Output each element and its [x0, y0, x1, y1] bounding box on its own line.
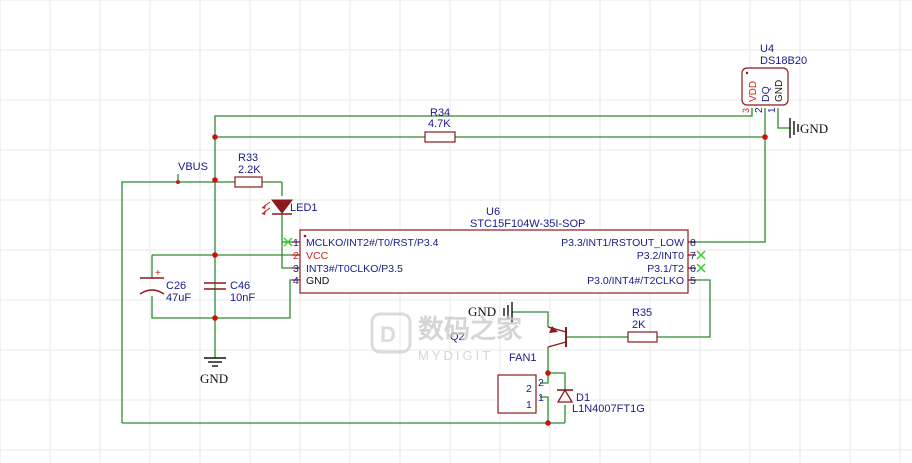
c26-ref: C26 [166, 280, 186, 292]
u6-ref: U6 [486, 206, 500, 218]
u6-pin6-name: P3.1/T2 [647, 263, 684, 275]
junction-dot [545, 420, 551, 426]
u6-pin2-num: 2 [293, 250, 299, 262]
junction-dot [762, 134, 768, 140]
wire-dq-pin8 [690, 108, 766, 243]
vbus-label: VBUS [178, 161, 208, 173]
c46-value: 10nF [230, 292, 255, 304]
u4-pin-vdd: VDD [748, 81, 759, 102]
schematic-svg: R34 4.7K R33 2.2K R35 2K VBUS LED1 + C26… [0, 0, 912, 463]
gnd-symbol-u4: GND [789, 118, 828, 138]
u6-pin7-name: P3.2/INT0 [637, 250, 684, 262]
u4-pin-dq: DQ [760, 86, 772, 102]
r33-value: 2.2K [238, 164, 261, 176]
u6-pin7-num: 7 [690, 250, 696, 262]
u6-pin1-name: MCLKO/INT2#/T0/RST/P3.4 [306, 237, 439, 249]
u6-pin1-num: 1 [293, 237, 299, 249]
u6-pin4-num: 4 [293, 275, 299, 287]
u4-pin1-num: 1 [767, 107, 778, 113]
resistor-r35[interactable]: R35 2K [627, 307, 658, 343]
u4-ds18b20[interactable]: U4 DS18B20 VDD DQ GND 3 2 1 [741, 43, 807, 113]
fan1-pin1: 1 [526, 399, 532, 411]
fan1-pin1-num: 1 [538, 392, 544, 404]
r33-ref: R33 [238, 152, 258, 164]
svg-text:D: D [380, 322, 396, 347]
fan1-pin2-inner: 2 [526, 383, 532, 395]
c26-plus: + [155, 268, 161, 279]
gnd-symbol-left: GND [200, 357, 228, 386]
u6-pin8-name: P3.3/INT1/RSTOUT_LOW [561, 237, 684, 249]
fan1-ref: FAN1 [509, 352, 537, 364]
watermark-cn: 数码之家 [418, 314, 522, 344]
capacitor-c26[interactable]: + C26 47uF [139, 268, 191, 304]
u4-pin2-num: 2 [754, 107, 765, 113]
r34-value: 4.7K [428, 118, 451, 130]
junction-dot [545, 370, 551, 376]
junction-dot [212, 177, 218, 183]
vbus-net-flag: VBUS [177, 161, 208, 182]
u4-pin3-num: 3 [741, 108, 751, 113]
led1-ref: LED1 [290, 202, 318, 214]
u6-pin2-name: VCC [306, 250, 329, 262]
junction-dot [212, 134, 218, 140]
wire-u4-gnd [777, 108, 790, 129]
wire-vdd-u4 [214, 108, 753, 180]
u6-pin6-num: 6 [690, 263, 696, 275]
watermark-en: MYDIGIT [418, 348, 493, 363]
u4-value: DS18B20 [760, 55, 807, 67]
fan1-connector[interactable]: FAN1 2 1 1 2 [497, 352, 544, 414]
gnd-label-u4: GND [800, 121, 828, 136]
u6-mcu[interactable]: U6 STC15F104W-35I-SOP 1 MCLKO/INT2#/T0/R… [283, 206, 706, 294]
u6-pin5-name: P3.0/INT4#/T2CLKO [587, 275, 684, 287]
wire-led-pin1 [281, 214, 292, 243]
d1-value: L1N4007FT1G [572, 403, 645, 415]
diode-d1[interactable]: D1 L1N4007FT1G [556, 388, 645, 415]
led1[interactable]: LED1 [261, 199, 318, 215]
resistor-r33[interactable]: R33 2.2K [234, 152, 263, 188]
u6-value: STC15F104W-35I-SOP [470, 218, 585, 230]
u4-ref: U4 [760, 43, 774, 55]
u4-pin-gnd: GND [774, 80, 785, 102]
u6-pin5-num: 5 [690, 275, 696, 287]
schematic-canvas: R34 4.7K R33 2.2K R35 2K VBUS LED1 + C26… [0, 0, 912, 463]
c26-value: 47uF [166, 292, 191, 304]
u6-pin3-name: INT3#/T0CLKO/P3.5 [306, 263, 403, 275]
r35-value: 2K [632, 319, 646, 331]
u6-pin4-name: GND [306, 275, 330, 287]
junction-dot [212, 315, 218, 321]
u6-pin3-num: 3 [293, 263, 299, 275]
c46-ref: C46 [230, 280, 250, 292]
fan1-pin2: 2 [538, 377, 544, 389]
junction-dot [212, 252, 218, 258]
u6-pin8-num: 8 [690, 237, 696, 249]
gnd-label-left: GND [200, 371, 228, 386]
r35-ref: R35 [632, 307, 652, 319]
